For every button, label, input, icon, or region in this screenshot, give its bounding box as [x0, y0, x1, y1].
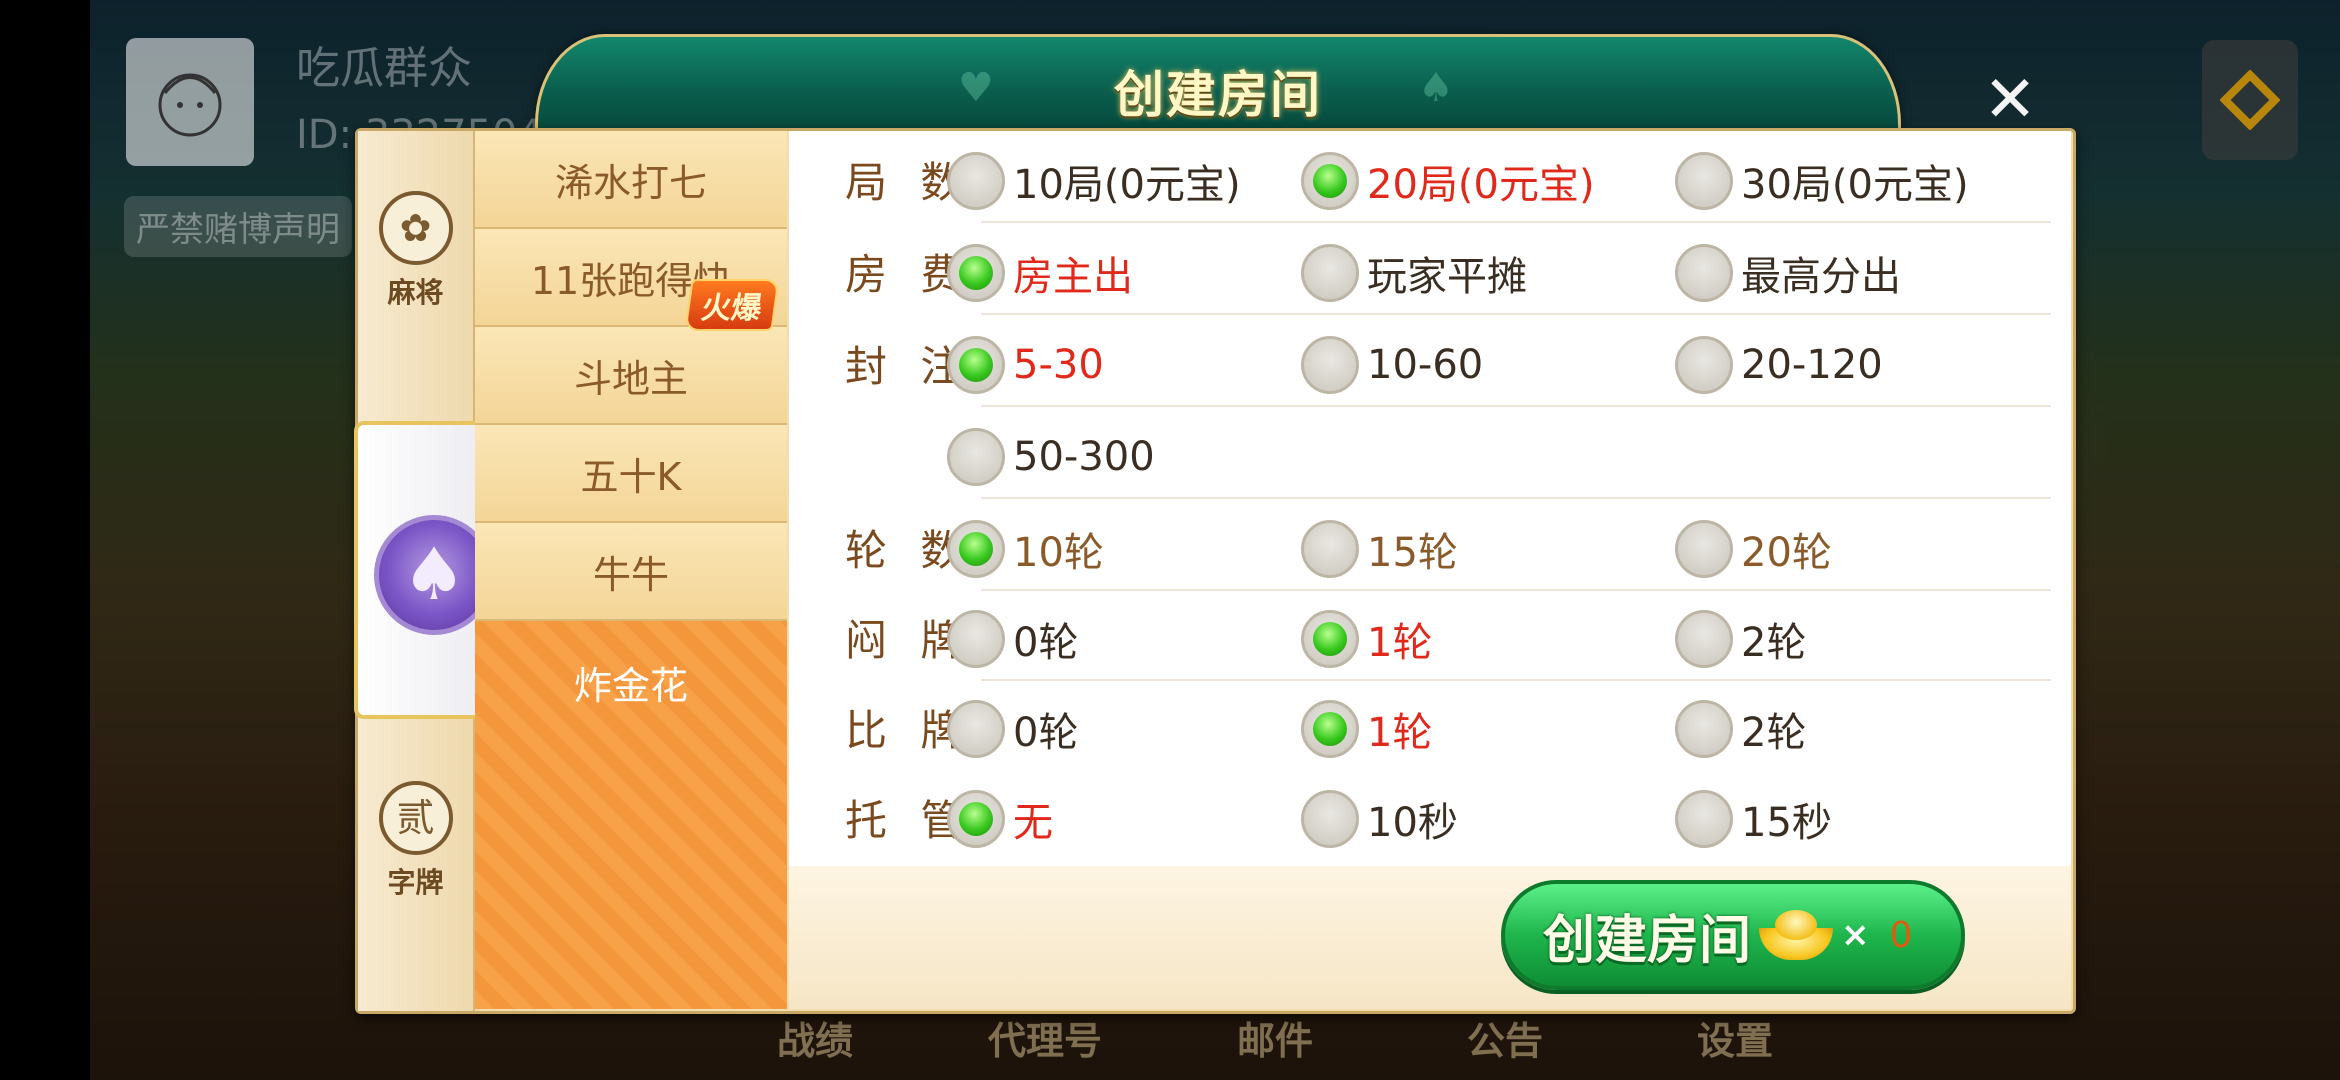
dialog-body: ✿ 麻将 贰 字牌 ♠ 浠水打七 11张跑得快 斗地主 五十K 牛牛 炸金花 火… — [354, 128, 2076, 1014]
zipai-er-icon: 贰 — [378, 781, 453, 855]
radio-cap-10-60[interactable]: 10-60 — [1301, 335, 1483, 395]
avatar[interactable] — [126, 38, 254, 166]
create-room-button[interactable]: 创建房间 × 0 — [1501, 880, 1965, 990]
radio-compare-2[interactable]: 2轮 — [1675, 699, 1806, 759]
tab-label: 炸金花 — [573, 664, 688, 708]
avatar-face-icon — [158, 73, 222, 137]
tab-zhajinhua[interactable]: 炸金花 — [475, 621, 787, 1009]
category-label: 字牌 — [387, 866, 444, 899]
create-room-dialog: ♥ ♠ 创建房间 ✕ ✿ 麻将 贰 字牌 ♠ 浠水打七 11张跑得快 斗地主 五… — [354, 30, 2076, 1014]
tab-niuniu[interactable]: 牛牛 — [475, 523, 787, 621]
tab-xishui-daqi[interactable]: 浠水打七 — [475, 131, 787, 229]
bottom-nav: 战绩 代理号 邮件 公告 设置 — [700, 1010, 1850, 1065]
tab-wushik[interactable]: 五十K — [475, 425, 787, 523]
radio-compare-1[interactable]: 1轮 — [1301, 699, 1432, 759]
option-row-cap: 封 注: 5-30 10-60 20-120 — [789, 315, 2071, 407]
nav-agent[interactable]: 代理号 — [930, 1010, 1160, 1065]
gold-ingot-icon — [1759, 910, 1834, 960]
option-row-rounds: 局 数: 10局(0元宝) 20局(0元宝) 30局(0元宝) — [789, 131, 2071, 223]
tab-doudizhu[interactable]: 斗地主 — [475, 327, 787, 425]
radio-blind-2[interactable]: 2轮 — [1675, 609, 1806, 669]
option-row-fee: 房 费: 房主出 玩家平摊 最高分出 — [789, 223, 2071, 315]
radio-cap-50-300[interactable]: 50-300 — [947, 427, 1155, 487]
option-row-blind: 闷 牌: 0轮 1轮 2轮 — [789, 589, 2071, 681]
radio-fee-highest[interactable]: 最高分出 — [1675, 243, 1901, 303]
diamond-logo-icon — [2220, 70, 2280, 130]
category-zipai[interactable]: 贰 字牌 — [358, 781, 473, 901]
option-row-turns: 轮 数: 10轮 15轮 20轮 — [789, 499, 2071, 591]
corner-menu-button[interactable] — [2202, 40, 2298, 160]
create-room-label: 创建房间 — [1543, 910, 1752, 971]
nav-settings[interactable]: 设置 — [1620, 1010, 1850, 1065]
radio-rounds-10[interactable]: 10局(0元宝) — [947, 151, 1241, 211]
nav-mail[interactable]: 邮件 — [1160, 1010, 1390, 1065]
radio-auto-none[interactable]: 无 — [947, 789, 1053, 849]
cost-multiplier: × — [1841, 915, 1870, 955]
radio-cap-5-30[interactable]: 5-30 — [947, 335, 1104, 395]
radio-auto-10s[interactable]: 10秒 — [1301, 789, 1458, 849]
radio-fee-owner[interactable]: 房主出 — [947, 243, 1133, 303]
dialog-title: 创建房间 — [1114, 66, 1322, 124]
radio-fee-split[interactable]: 玩家平摊 — [1301, 243, 1527, 303]
dialog-footer: 创建房间 × 0 — [789, 866, 2071, 1009]
category-mahjong[interactable]: ✿ 麻将 — [358, 191, 473, 311]
cost-value: 0 — [1889, 914, 1913, 956]
hot-badge: 火爆 — [684, 279, 780, 331]
radio-auto-15s[interactable]: 15秒 — [1675, 789, 1832, 849]
option-row-auto: 托 管: 无 10秒 15秒 — [789, 769, 2071, 861]
option-row-compare: 比 牌: 0轮 1轮 2轮 — [789, 679, 2071, 771]
nav-record[interactable]: 战绩 — [700, 1010, 930, 1065]
radio-rounds-30[interactable]: 30局(0元宝) — [1675, 151, 1969, 211]
radio-rounds-20[interactable]: 20局(0元宝) — [1301, 151, 1595, 211]
radio-blind-1[interactable]: 1轮 — [1301, 609, 1432, 669]
room-options: 局 数: 10局(0元宝) 20局(0元宝) 30局(0元宝) 房 费: 房主出… — [789, 131, 2071, 866]
nav-announce[interactable]: 公告 — [1390, 1010, 1620, 1065]
radio-turns-10[interactable]: 10轮 — [947, 519, 1104, 579]
dialog-header: ♥ ♠ 创建房间 — [535, 34, 1901, 133]
option-row-cap-extra: 50-300 — [789, 407, 2071, 499]
game-tabs: 浠水打七 11张跑得快 斗地主 五十K 牛牛 炸金花 — [475, 131, 787, 1011]
radio-compare-0[interactable]: 0轮 — [947, 699, 1078, 759]
mahjong-flower-icon: ✿ — [378, 191, 453, 265]
radio-cap-20-120[interactable]: 20-120 — [1675, 335, 1883, 395]
radio-turns-20[interactable]: 20轮 — [1675, 519, 1832, 579]
radio-blind-0[interactable]: 0轮 — [947, 609, 1078, 669]
category-label: 麻将 — [387, 276, 444, 309]
radio-turns-15[interactable]: 15轮 — [1301, 519, 1458, 579]
notice-button[interactable]: 严禁赌博声明 — [124, 196, 352, 257]
